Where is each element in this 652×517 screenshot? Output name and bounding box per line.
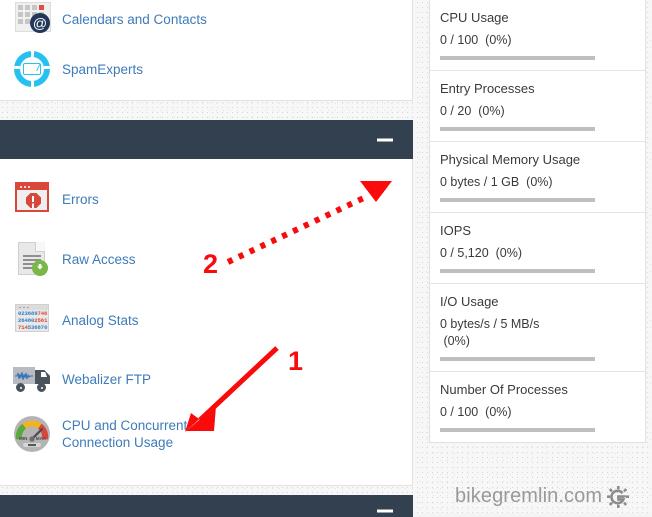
metric-title: Physical Memory Usage [440, 152, 581, 167]
metric-iops: IOPS 0 / 5,120 (0%) [430, 213, 645, 284]
metric-progress-bar [440, 56, 595, 60]
analog-digits-row-1: 023689746 [18, 310, 48, 317]
metric-title: Number Of Processes [440, 382, 568, 397]
watermark-text: bikegremlin.com [455, 485, 603, 507]
app-item-errors[interactable]: Errors [12, 179, 99, 219]
app-item-cpu-and-concurrent-connection-usage[interactable]: MIN MAX CPU and Concurrent Connection Us… [12, 414, 227, 454]
metric-progress-bar [440, 428, 595, 432]
annotation-label-1: 1 [288, 346, 304, 376]
metric-title: CPU Usage [440, 10, 509, 25]
metric-value: 0 bytes / 1 GB (0%) [440, 175, 553, 189]
truck-waveform-icon [12, 359, 52, 399]
app-item-analog-stats[interactable]: 023689746 264802561 714536870 Analog Sta… [12, 300, 139, 340]
app-item-spamexperts[interactable]: SpamExperts [12, 49, 143, 89]
metric-io-usage: I/O Usage 0 bytes/s / 5 MB/s (0%) [430, 284, 645, 372]
app-item-webalizer-ftp[interactable]: Webalizer FTP [12, 359, 151, 399]
app-item-label: SpamExperts [62, 61, 144, 77]
metric-title: IOPS [440, 223, 472, 238]
metric-entry-processes: Entry Processes 0 / 20 (0%) [430, 71, 645, 142]
app-item-label: Calendars and Contacts [62, 11, 207, 27]
calendar-at-icon: @ [12, 0, 52, 39]
analog-digits-row-2: 264802561 [18, 317, 48, 324]
app-item-label: CPU and Concurrent Connection Usage [62, 418, 188, 450]
watermark: bikegremlin.com [455, 485, 630, 508]
metric-value: 0 / 5,120 (0%) [440, 246, 522, 260]
metric-title: I/O Usage [440, 294, 499, 309]
metric-progress-bar [440, 127, 595, 131]
metric-cpu-usage: CPU Usage 0 / 100 (0%) [430, 0, 645, 71]
spam-envelope-icon [12, 49, 52, 89]
gauge-icon: MIN MAX [12, 414, 52, 454]
waveform-icon [15, 372, 33, 380]
metric-value: 0 / 20 (0%) [440, 104, 505, 118]
metric-title: Entry Processes [440, 81, 535, 96]
app-item-label: Webalizer FTP [62, 371, 152, 387]
minimize-icon[interactable] [377, 509, 393, 513]
error-browser-icon [12, 179, 52, 219]
metric-number-of-processes: Number Of Processes 0 / 100 (0%) [430, 372, 645, 442]
app-item-label: Analog Stats [62, 312, 139, 328]
gremlin-gear-g-logo [607, 485, 630, 508]
analog-digits-row-3: 714536870 [18, 324, 48, 331]
metric-value: 0 / 100 (0%) [440, 405, 512, 419]
document-download-icon [12, 239, 52, 279]
analog-digits-icon: 023689746 264802561 714536870 [12, 300, 52, 340]
app-item-label: Raw Access [62, 251, 136, 267]
app-item-raw-access[interactable]: Raw Access [12, 239, 136, 279]
annotation-label-2: 2 [203, 249, 219, 279]
applications-panel-metrics: Errors Raw Access 023689746 264802561 71… [0, 159, 413, 486]
section-header-bar-metrics [0, 120, 413, 160]
metric-value: 0 / 100 (0%) [440, 33, 512, 47]
metric-physical-memory-usage: Physical Memory Usage 0 bytes / 1 GB (0%… [430, 142, 645, 213]
app-item-label: Errors [62, 191, 99, 207]
app-item-calendars-and-contacts[interactable]: @ Calendars and Contacts [12, 0, 207, 39]
metric-progress-bar [440, 357, 595, 361]
metric-value: 0 bytes/s / 5 MB/s (0%) [440, 317, 540, 348]
metric-progress-bar [440, 269, 595, 273]
section-header-bar-bottom [0, 495, 413, 517]
stats-panel: CPU Usage 0 / 100 (0%) Entry Processes 0… [429, 0, 646, 443]
metric-progress-bar [440, 198, 595, 202]
applications-panel-top: @ Calendars and Contacts SpamExperts [0, 0, 413, 101]
minimize-icon[interactable] [377, 138, 393, 142]
